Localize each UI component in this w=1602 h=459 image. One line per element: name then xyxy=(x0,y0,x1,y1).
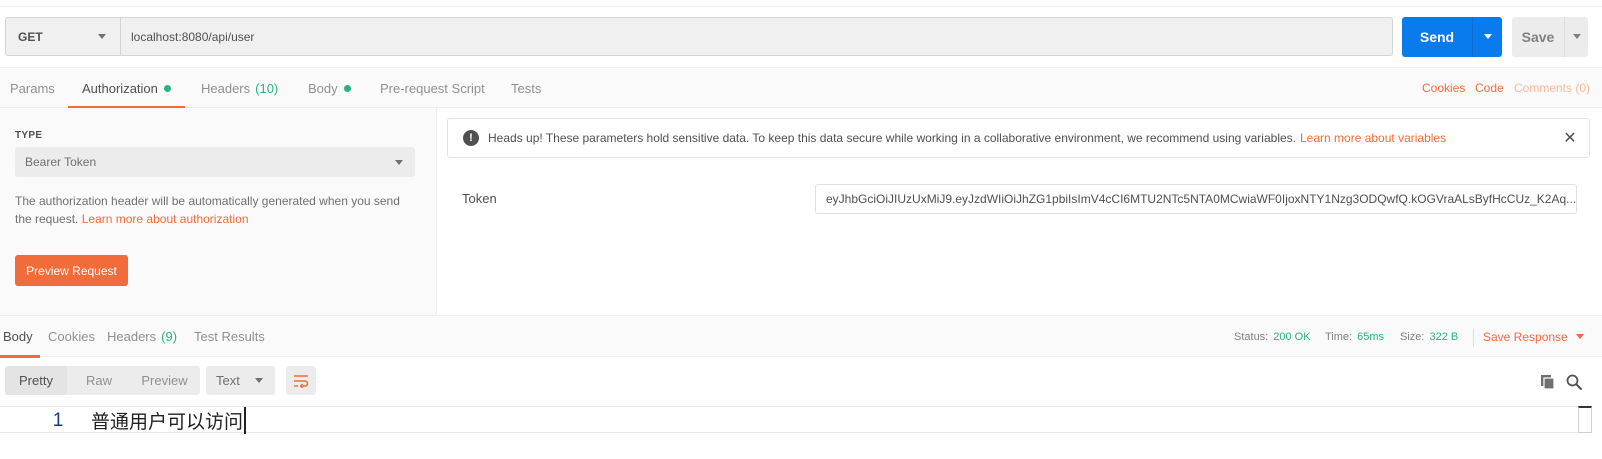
learn-more-variables-link[interactable]: Learn more about variables xyxy=(1300,131,1446,145)
save-button[interactable]: Save xyxy=(1512,17,1564,57)
response-tabs: Body Cookies Headers (9) Test Results St… xyxy=(0,315,1602,358)
token-label: Token xyxy=(462,191,497,206)
send-options-button[interactable] xyxy=(1472,17,1502,57)
tab-label: Headers xyxy=(107,329,157,344)
cookies-link[interactable]: Cookies xyxy=(1422,68,1465,108)
top-divider xyxy=(0,6,1602,7)
time-readout: Time: 65ms xyxy=(1325,316,1384,357)
active-indicator-dot xyxy=(163,84,171,92)
type-label: TYPE xyxy=(15,130,43,141)
method-label: GET xyxy=(18,29,43,44)
view-mode-group: Pretty Raw Preview xyxy=(5,366,200,395)
chevron-down-icon xyxy=(395,160,403,165)
request-tabs: Params Authorization Headers (10) Body P… xyxy=(0,67,1602,109)
tab-label: Test Results xyxy=(194,329,265,344)
scrollbar[interactable] xyxy=(1578,406,1592,433)
copy-icon[interactable] xyxy=(1539,373,1557,391)
send-button[interactable]: Send xyxy=(1402,17,1472,57)
wrap-lines-icon xyxy=(294,374,309,388)
time-value: 65ms xyxy=(1357,330,1384,343)
tab-label: Body xyxy=(308,80,338,96)
format-select[interactable]: Text xyxy=(206,366,275,395)
headers-count: (10) xyxy=(255,80,279,96)
headers-count: (9) xyxy=(161,329,178,344)
url-input[interactable]: localhost:8080/api/user xyxy=(121,17,1393,56)
line-number: 1 xyxy=(52,409,64,431)
wrap-lines-button[interactable] xyxy=(286,366,316,395)
tab-label: Tests xyxy=(511,80,542,96)
time-label: Time: xyxy=(1325,330,1353,343)
close-icon[interactable]: ✕ xyxy=(1561,129,1579,147)
search-icon[interactable] xyxy=(1565,373,1583,391)
status-readout: Status: 200 OK xyxy=(1234,316,1311,357)
save-options-button[interactable] xyxy=(1564,17,1588,57)
chevron-down-icon xyxy=(255,378,263,383)
format-value: Text xyxy=(216,373,240,388)
token-input[interactable]: eyJhbGciOiJIUzUxMiJ9.eyJzdWIiOiJhZG1pbiI… xyxy=(815,184,1577,214)
tab-body[interactable]: Body xyxy=(308,68,351,108)
tab-tests[interactable]: Tests xyxy=(511,68,541,108)
code-link[interactable]: Code xyxy=(1475,68,1504,108)
tab-label: Authorization xyxy=(82,80,158,96)
size-value: 322 B xyxy=(1429,330,1459,343)
response-body-editor[interactable]: 1 普通用户可以访问 xyxy=(0,406,1590,434)
method-select[interactable]: GET xyxy=(5,17,121,56)
token-value: eyJhbGciOiJIUzUxMiJ9.eyJzdWIiOiJhZG1pbiI… xyxy=(826,192,1577,206)
auth-description: The authorization header will be automat… xyxy=(15,192,415,228)
active-indicator-dot xyxy=(343,84,351,92)
tab-response-body[interactable]: Body xyxy=(0,316,40,358)
tab-label: Cookies xyxy=(48,329,95,344)
tab-label: Body xyxy=(3,329,33,344)
tab-prerequest-script[interactable]: Pre-request Script xyxy=(380,68,485,108)
tab-response-headers[interactable]: Headers (9) xyxy=(107,316,177,357)
status-label: Status: xyxy=(1234,330,1269,343)
preview-request-button[interactable]: Preview Request xyxy=(15,255,128,286)
status-value: 200 OK xyxy=(1273,330,1311,343)
learn-more-authorization-link[interactable]: Learn more about authorization xyxy=(82,212,249,226)
chevron-down-icon xyxy=(1484,34,1492,39)
chevron-down-icon xyxy=(1575,334,1584,339)
tab-label: Pre-request Script xyxy=(380,80,485,96)
chevron-down-icon xyxy=(98,34,106,39)
size-readout: Size: 322 B xyxy=(1400,316,1458,357)
tab-test-results[interactable]: Test Results xyxy=(194,316,265,357)
sensitive-data-banner: ! Heads up! These parameters hold sensit… xyxy=(447,118,1590,158)
view-raw-button[interactable]: Raw xyxy=(69,366,129,395)
exclamation-circle-icon: ! xyxy=(463,130,479,146)
auth-type-value: Bearer Token xyxy=(25,155,97,169)
tab-label: Headers xyxy=(201,80,251,96)
tab-label: Params xyxy=(10,80,55,96)
view-pretty-button[interactable]: Pretty xyxy=(5,366,67,395)
auth-type-panel: TYPE Bearer Token The authorization head… xyxy=(0,108,437,315)
chevron-down-icon xyxy=(1573,34,1581,39)
tab-params[interactable]: Params xyxy=(10,68,55,108)
save-response-label: Save Response xyxy=(1483,329,1568,344)
response-body-text: 普通用户可以访问 xyxy=(91,407,247,434)
tab-response-cookies[interactable]: Cookies xyxy=(48,316,95,357)
divider xyxy=(1473,329,1474,347)
view-preview-button[interactable]: Preview xyxy=(129,366,200,395)
size-label: Size: xyxy=(1400,330,1425,343)
url-value: localhost:8080/api/user xyxy=(131,29,255,44)
tab-authorization[interactable]: Authorization xyxy=(68,68,185,109)
comments-link[interactable]: Comments (0) xyxy=(1514,68,1590,108)
tab-headers[interactable]: Headers (10) xyxy=(201,68,278,108)
banner-text: Heads up! These parameters hold sensitiv… xyxy=(488,131,1296,145)
save-response-button[interactable]: Save Response xyxy=(1483,316,1584,357)
auth-type-select[interactable]: Bearer Token xyxy=(15,147,415,177)
